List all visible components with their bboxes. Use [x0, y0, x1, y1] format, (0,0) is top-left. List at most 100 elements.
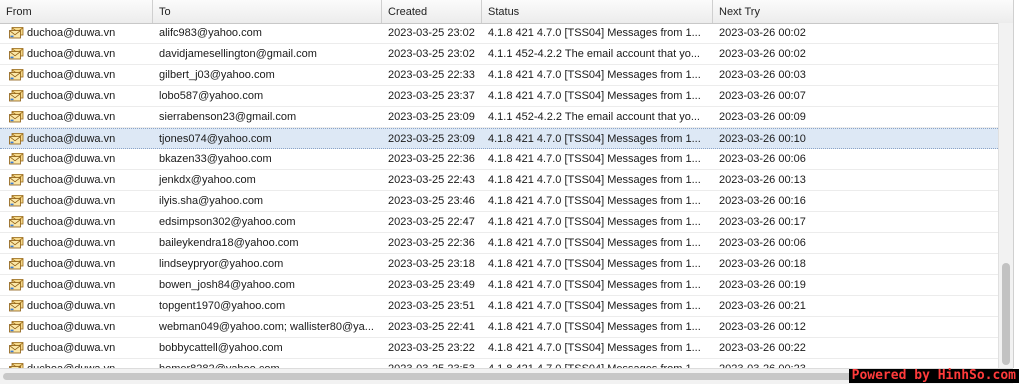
- cell-next-try: 2023-03-26 00:06: [719, 153, 806, 165]
- table-row[interactable]: duchoa@duwa.vn jenkdx@yahoo.com 2023-03-25…: [0, 170, 998, 191]
- table-row[interactable]: duchoa@duwa.vn ilyis.sha@yahoo.com 2023-03…: [0, 191, 998, 212]
- cell-next-try: 2023-03-26 00:18: [719, 258, 806, 270]
- table-row[interactable]: duchoa@duwa.vn davidjamesellington@gmail.…: [0, 44, 998, 65]
- cell-next-try: 2023-03-26 00:21: [719, 300, 806, 312]
- cell-created: 2023-03-25 22:47: [388, 216, 475, 228]
- cell-next-try: 2023-03-26 00:17: [719, 216, 806, 228]
- table-row[interactable]: duchoa@duwa.vn lindseypryor@yahoo.com 2023…: [0, 254, 998, 275]
- cell-to: davidjamesellington@gmail.com: [159, 48, 317, 60]
- cell-from: duchoa@duwa.vn: [27, 195, 116, 207]
- cell-next-try: 2023-03-26 00:13: [719, 174, 806, 186]
- queue-grid: From To Created Status Next Try duchoa@d…: [0, 0, 1014, 368]
- table-row[interactable]: duchoa@duwa.vn bobbycattell@yahoo.com 2023…: [0, 338, 998, 359]
- cell-created: 2023-03-25 23:49: [388, 279, 475, 291]
- cell-next-try: 2023-03-26 00:12: [719, 321, 806, 333]
- cell-status: 4.1.8 421 4.7.0 [TSS04] Messages from 1.…: [488, 174, 701, 186]
- cell-next-try: 2023-03-26 00:02: [719, 27, 806, 39]
- cell-from: duchoa@duwa.vn: [27, 174, 116, 186]
- table-row[interactable]: duchoa@duwa.vn topgent1970@yahoo.com 2023-…: [0, 296, 998, 317]
- column-header-from[interactable]: From: [0, 0, 153, 23]
- watermark: Powered by HinhSo.com: [848, 369, 1019, 383]
- cell-status: 4.1.8 421 4.7.0 [TSS04] Messages from 1.…: [488, 300, 701, 312]
- cell-status: 4.1.1 452-4.2.2 The email account that y…: [488, 48, 700, 60]
- cell-to: bowen_josh84@yahoo.com: [159, 279, 295, 291]
- cell-next-try: 2023-03-26 00:02: [719, 48, 806, 60]
- table-row[interactable]: duchoa@duwa.vn tjones074@yahoo.com 2023-03…: [0, 128, 998, 149]
- column-header-next-try[interactable]: Next Try: [713, 0, 1013, 23]
- cell-to: homer8282@yahoo.com: [153, 359, 382, 368]
- cell-from: duchoa@duwa.vn: [27, 237, 116, 249]
- cell-from: duchoa@duwa.vn: [27, 153, 116, 165]
- column-header-created[interactable]: Created: [382, 0, 482, 23]
- cell-from: duchoa@duwa.vn: [27, 258, 116, 270]
- cell-created: 2023-03-25 23:18: [388, 258, 475, 270]
- cell-status: 4.1.8 421 4.7.0 [TSS04] Messages from 1.…: [488, 133, 701, 145]
- cell-next-try: 2023-03-26 00:16: [719, 195, 806, 207]
- cell-next-try: 2023-03-26 00:03: [719, 69, 806, 81]
- cell-created: 2023-03-25 23:46: [388, 195, 475, 207]
- cell-from: duchoa@duwa.vn: [27, 48, 116, 60]
- cell-to: bkazen33@yahoo.com: [159, 153, 272, 165]
- cell-to: baileykendra18@yahoo.com: [159, 237, 299, 249]
- cell-created: 2023-03-25 23:02: [388, 27, 475, 39]
- cell-from: duchoa@duwa.vn: [27, 216, 116, 228]
- cell-next-try: 2023-03-26 00:09: [719, 111, 806, 123]
- cell-from: duchoa@duwa.vn: [27, 27, 116, 39]
- cell-from: duchoa@duwa.vn: [27, 300, 116, 312]
- cell-to: tjones074@yahoo.com: [159, 133, 272, 145]
- cell-status: 4.1.8 421 4.7.0 [TSS04] Messages from 1.…: [488, 321, 701, 333]
- cell-status: 4.1.8 421 4.7.0 [TSS04] Messages from 1.…: [488, 90, 701, 102]
- vertical-scroll-thumb[interactable]: [1002, 263, 1010, 365]
- cell-from: duchoa@duwa.vn: [0, 359, 153, 368]
- cell-created: 2023-03-25 23:37: [388, 90, 475, 102]
- cell-status: 4.1.8 421 4.7.0 [TSS04] Messages from 1.…: [488, 153, 701, 165]
- column-header-status[interactable]: Status: [482, 0, 713, 23]
- vertical-scrollbar[interactable]: [998, 23, 1013, 368]
- column-header-to[interactable]: To: [153, 0, 382, 23]
- cell-status: 4.1.8 421 4.7.0 [TSS04] Messages from 1.…: [488, 342, 701, 354]
- cell-to: edsimpson302@yahoo.com: [159, 216, 296, 228]
- table-row[interactable]: duchoa@duwa.vn webman049@yahoo.com; walli…: [0, 317, 998, 338]
- cell-from: duchoa@duwa.vn: [27, 69, 116, 81]
- cell-from: duchoa@duwa.vn: [27, 111, 116, 123]
- cell-created: 2023-03-25 22:33: [388, 69, 475, 81]
- cell-created: 2023-03-25 23:09: [388, 133, 475, 145]
- table-row[interactable]: duchoa@duwa.vn alifc983@yahoo.com 2023-03-…: [0, 23, 998, 44]
- cell-created: 2023-03-25 22:36: [388, 153, 475, 165]
- cell-next-try: 2023-03-26 00:06: [719, 237, 806, 249]
- cell-to: lobo587@yahoo.com: [159, 90, 264, 102]
- cell-status: 4.1.8 421 4.7.0 [TSS04] Messages from 1.…: [488, 69, 701, 81]
- column-header-row: From To Created Status Next Try: [0, 0, 1013, 24]
- cell-next-try: 2023-03-26 00:19: [719, 279, 806, 291]
- cell-next-try: 2023-03-26 00:10: [719, 133, 806, 145]
- cell-status: 4.1.1 452-4.2.2 The email account that y…: [488, 111, 700, 123]
- cell-created: 2023-03-25 23:02: [388, 48, 475, 60]
- cell-from: duchoa@duwa.vn: [27, 279, 116, 291]
- cell-created: 2023-03-25 23:51: [388, 300, 475, 312]
- table-row[interactable]: duchoa@duwa.vn bkazen33@yahoo.com 2023-03-…: [0, 149, 998, 170]
- cell-from: duchoa@duwa.vn: [27, 342, 116, 354]
- cell-created: 2023-03-25 22:41: [388, 321, 475, 333]
- table-row[interactable]: duchoa@duwa.vn bowen_josh84@yahoo.com 2023…: [0, 275, 998, 296]
- table-row[interactable]: duchoa@duwa.vnhomer8282@yahoo.com2023-03…: [0, 359, 998, 368]
- table-row[interactable]: duchoa@duwa.vn baileykendra18@yahoo.com 20…: [0, 233, 998, 254]
- cell-next-try: 2023-03-26 00:22: [719, 342, 806, 354]
- cell-to: lindseypryor@yahoo.com: [159, 258, 284, 270]
- cell-status: 4.1.8 421 4.7.0 [TSS04] Messages from 1.…: [488, 195, 701, 207]
- cell-next-try: 2023-03-26 00:07: [719, 90, 806, 102]
- table-row[interactable]: duchoa@duwa.vn lobo587@yahoo.com 2023-03-2…: [0, 86, 998, 107]
- cell-to: ilyis.sha@yahoo.com: [159, 195, 264, 207]
- cell-created: 2023-03-25 23:53: [382, 359, 482, 368]
- cell-to: sierrabenson23@gmail.com: [159, 111, 297, 123]
- table-row[interactable]: duchoa@duwa.vn gilbert_j03@yahoo.com 2023-…: [0, 65, 998, 86]
- table-row[interactable]: duchoa@duwa.vn edsimpson302@yahoo.com 2023…: [0, 212, 998, 233]
- cell-from: duchoa@duwa.vn: [27, 133, 116, 145]
- cell-from: duchoa@duwa.vn: [27, 321, 116, 333]
- cell-status: 4.1.8 421 4.7.0 [TSS04] Messages from 1.…: [482, 359, 713, 368]
- table-row[interactable]: duchoa@duwa.vn sierrabenson23@gmail.com 20…: [0, 107, 998, 128]
- cell-created: 2023-03-25 22:43: [388, 174, 475, 186]
- cell-to: topgent1970@yahoo.com: [159, 300, 286, 312]
- cell-to: bobbycattell@yahoo.com: [159, 342, 283, 354]
- cell-created: 2023-03-25 23:09: [388, 111, 475, 123]
- cell-to: alifc983@yahoo.com: [159, 27, 262, 39]
